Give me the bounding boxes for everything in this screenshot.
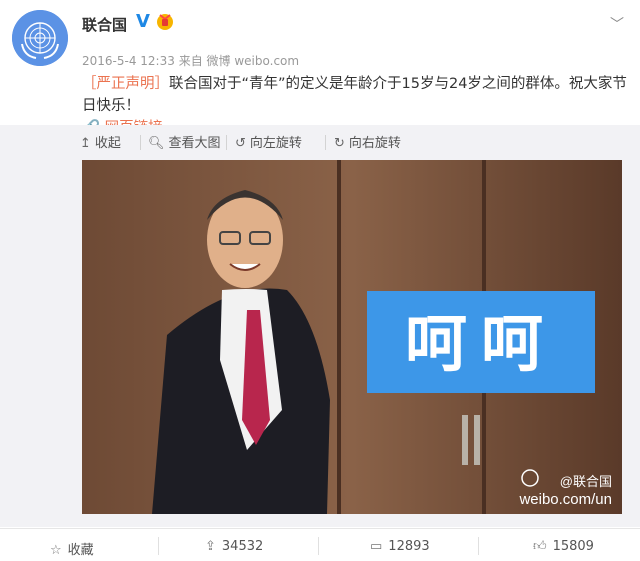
divider (318, 537, 319, 555)
repost-count: 34532 (221, 539, 264, 554)
star-icon: ☆ (50, 543, 62, 558)
post-text-a: 联合国对于 (169, 76, 242, 92)
rotate-left-label: 向左旋转 (249, 136, 302, 151)
post-timestamp[interactable]: 2016-5-4 12:33 (82, 54, 175, 68)
post-text-quoted: “青年” (241, 76, 286, 92)
source-prefix: 来自 (178, 54, 203, 68)
favorite-button[interactable]: ☆ 收藏 (50, 539, 94, 558)
view-large-button[interactable]: 🔍︎ 查看大图 (148, 132, 221, 151)
comment-icon: ▭ (370, 539, 383, 554)
vip-badge-icon (157, 14, 173, 30)
post-image[interactable]: 呵呵 @联合国 weibo.com/un (82, 160, 622, 514)
comment-button[interactable]: ▭ 12893 (370, 539, 430, 554)
favorite-label: 收藏 (67, 543, 94, 558)
rotate-right-label: 向右旋转 (348, 136, 401, 151)
author-name[interactable]: 联合国 (82, 14, 127, 35)
divider (158, 537, 159, 555)
rotate-right-icon: ↻ (334, 136, 345, 151)
divider (325, 135, 326, 150)
post-tag[interactable]: ［严正声明］ (82, 76, 169, 92)
divider (478, 537, 479, 555)
rotate-right-button[interactable]: ↻ 向右旋转 (334, 132, 401, 151)
post-meta: 2016-5-4 12:33 来自 微博 weibo.com (82, 52, 299, 69)
image-caption: 呵呵 (405, 307, 557, 380)
post-source[interactable]: 微博 weibo.com (207, 54, 300, 68)
avatar[interactable] (12, 10, 68, 66)
watermark-handle: @联合国 (560, 474, 612, 489)
un-emblem-icon (12, 10, 68, 66)
thumbs-up-icon: 👍︎ (533, 539, 547, 554)
magnifier-icon: 🔍︎ (148, 136, 165, 151)
collapse-label: 收起 (94, 136, 121, 151)
like-count: 15809 (552, 539, 594, 554)
rotate-left-button[interactable]: ↺ 向左旋转 (235, 132, 302, 151)
watermark-url: weibo.com/un (518, 491, 612, 508)
divider (140, 135, 141, 150)
repost-icon: ⇪ (205, 539, 216, 554)
view-large-label: 查看大图 (168, 136, 221, 151)
collapse-button[interactable]: ↥ 收起 (80, 132, 121, 151)
photo-illustration: 呵呵 @联合国 weibo.com/un (82, 160, 622, 514)
comment-count: 12893 (388, 539, 430, 554)
divider (226, 135, 227, 150)
verified-icon: V (133, 12, 153, 32)
repost-button[interactable]: ⇪ 34532 (205, 539, 263, 554)
chevron-down-icon[interactable]: ﹀ (610, 14, 624, 34)
arrow-up-icon: ↥ (80, 136, 91, 151)
action-bar: ☆ 收藏 ⇪ 34532 ▭ 12893 👍︎ 15809 (0, 528, 640, 561)
rotate-left-icon: ↺ (235, 136, 246, 151)
like-button[interactable]: 👍︎ 15809 (533, 539, 594, 554)
